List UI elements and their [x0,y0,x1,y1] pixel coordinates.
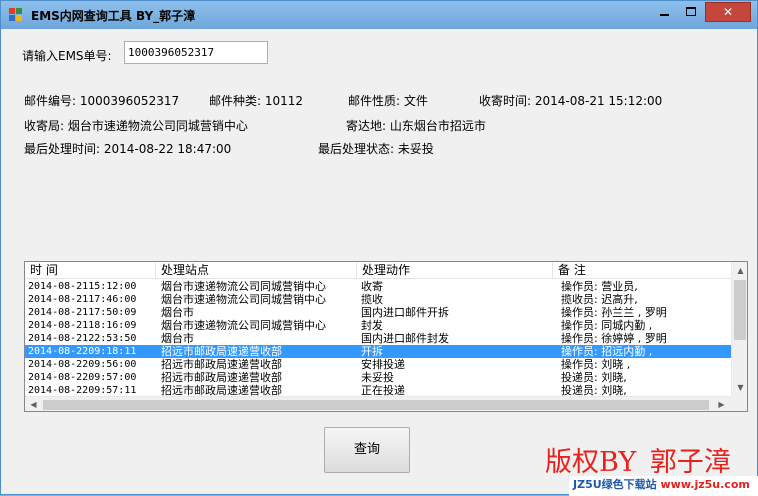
list-rows: 2014-08-2115:12:00 烟台市速递物流公司同城营销中心 收寄 操作员: … [25,280,731,397]
row-station: 招远市邮政局速递营收部 [161,345,282,358]
copyright-text: 版权BY_郭子漳 [545,447,731,478]
row-action: 开拆 [361,345,383,358]
row-station: 烟台市 [161,306,194,319]
row-station: 招远市邮政局速递营收部 [161,371,282,384]
row-remark: 操作员: 孙兰兰 , 罗明 [561,306,667,319]
row-action: 封发 [361,319,383,332]
row-station: 烟台市速递物流公司同城营销中心 [161,293,326,306]
ems-number-label: 请输入EMS单号: [22,49,112,63]
header-time[interactable]: 时 间 [25,262,156,279]
query-button[interactable]: 查询 [324,427,410,473]
mail-nature-info: 邮件性质: 文件 [348,94,428,108]
table-row[interactable]: 2014-08-2209:57:00 招远市邮政局速递营收部 未妥投 投递员: 刘晓, [25,371,731,384]
mail-number-info: 邮件编号: 1000396052317 [24,94,180,108]
watermark-url: www.jz5u.com [660,478,750,491]
row-action: 安排投递 [361,358,405,371]
row-station: 烟台市 [161,332,194,345]
list-header: 时 间 处理站点 处理动作 备 注 [25,262,731,279]
row-remark: 操作员: 招远内勤 , [561,345,653,358]
scroll-up-icon[interactable]: ▲ [732,262,747,279]
row-station: 烟台市速递物流公司同城营销中心 [161,280,326,293]
minimize-button[interactable] [651,2,677,22]
vertical-scrollbar[interactable]: ▲ ▼ [731,262,747,396]
scroll-down-icon[interactable]: ▼ [732,379,747,396]
row-remark: 操作员: 徐婷婷 , 罗明 [561,332,667,345]
row-time: 2014-08-2209:57:00 [28,372,137,383]
row-station: 烟台市速递物流公司同城营销中心 [161,319,326,332]
table-row[interactable]: 2014-08-2209:56:00 招远市邮政局速递营收部 安排投递 操作员: 刘晓… [25,358,731,371]
receive-office-info: 收寄局: 烟台市速递物流公司同城营销中心 [24,119,248,133]
maximize-icon [686,7,696,16]
row-time: 2014-08-2209:56:00 [28,359,137,370]
destination-info: 寄达地: 山东烟台市招远市 [346,119,486,133]
ems-number-input[interactable]: 1000396052317 [124,41,268,64]
scroll-left-icon[interactable]: ◀ [25,397,42,411]
close-button[interactable]: ✕ [705,2,751,22]
title-bar[interactable]: EMS内网查询工具 BY_郭子漳 ✕ [1,1,757,29]
receive-time-info: 收寄时间: 2014-08-21 15:12:00 [479,94,663,108]
maximize-button[interactable] [678,2,704,22]
table-row[interactable]: 2014-08-2122:53:50 烟台市 国内进口邮件封发 操作员: 徐婷婷 , … [25,332,731,345]
row-action: 国内进口邮件封发 [361,332,449,345]
scroll-corner [731,396,747,411]
row-remark: 投递员: 刘晓, [561,371,627,384]
row-remark: 操作员: 营业员, [561,280,638,293]
watermark-site-name: JZ5U绿色下载站 [573,478,657,491]
row-remark: 揽收员: 迟高升, [561,293,638,306]
window-title: EMS内网查询工具 BY_郭子漳 [31,9,196,23]
main-window: EMS内网查询工具 BY_郭子漳 ✕ 请输入EMS单号: 10003960523… [0,0,758,496]
table-row[interactable]: 2014-08-2115:12:00 烟台市速递物流公司同城营销中心 收寄 操作员: … [25,280,731,293]
table-row[interactable]: 2014-08-2209:18:11 招远市邮政局速递营收部 开拆 操作员: 招远内勤… [25,345,731,358]
row-time: 2014-08-2117:50:09 [28,307,137,318]
horizontal-scroll-thumb[interactable] [43,400,709,410]
site-watermark: JZ5U绿色下载站 www.jz5u.com [569,476,758,496]
row-time: 2014-08-2118:16:09 [28,320,137,331]
scroll-right-icon[interactable]: ▶ [713,397,730,411]
tracking-list[interactable]: 时 间 处理站点 处理动作 备 注 2014-08-2115:12:00 烟台市速… [24,261,748,412]
table-row[interactable]: 2014-08-2117:46:00 烟台市速递物流公司同城营销中心 揽收 揽收员: … [25,293,731,306]
table-row[interactable]: 2014-08-2117:50:09 烟台市 国内进口邮件开拆 操作员: 孙兰兰 , … [25,306,731,319]
vertical-scroll-thumb[interactable] [734,280,746,340]
last-process-time-info: 最后处理时间: 2014-08-22 18:47:00 [24,142,232,156]
row-remark: 操作员: 同城内勤 , [561,319,653,332]
row-time: 2014-08-2209:18:11 [28,346,137,357]
table-row[interactable]: 2014-08-2118:16:09 烟台市速递物流公司同城营销中心 封发 操作员: … [25,319,731,332]
minimize-icon [659,14,669,16]
mail-type-info: 邮件种类: 10112 [209,94,304,108]
row-remark: 操作员: 刘晓 , [561,358,631,371]
last-process-status-info: 最后处理状态: 未妥投 [318,142,434,156]
client-area: 请输入EMS单号: 1000396052317 邮件编号: 1000396052… [9,30,749,488]
close-icon: ✕ [722,5,734,19]
row-action: 收寄 [361,280,383,293]
row-station: 招远市邮政局速递营收部 [161,358,282,371]
row-action: 揽收 [361,293,383,306]
header-station[interactable]: 处理站点 [156,262,357,279]
row-action: 未妥投 [361,371,394,384]
app-icon [9,8,23,22]
row-time: 2014-08-2122:53:50 [28,333,137,344]
header-remark[interactable]: 备 注 [553,262,731,279]
row-action: 国内进口邮件开拆 [361,306,449,319]
horizontal-scrollbar[interactable]: ◀ ▶ [25,396,731,411]
row-time: 2014-08-2117:46:00 [28,294,137,305]
header-action[interactable]: 处理动作 [357,262,553,279]
row-time: 2014-08-2115:12:00 [28,281,137,292]
